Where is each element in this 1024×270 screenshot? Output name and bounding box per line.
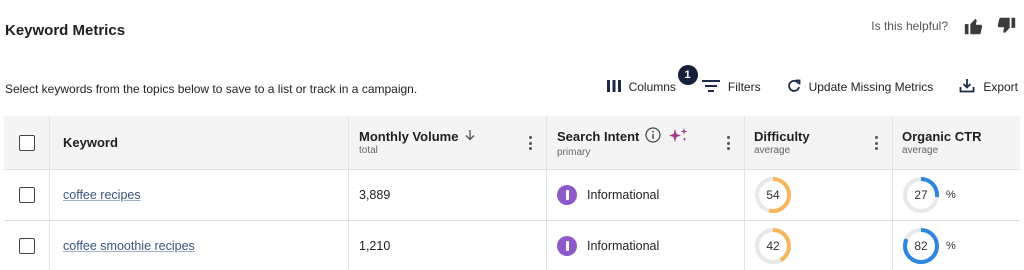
keyword-link[interactable]: coffee recipes xyxy=(63,188,141,202)
page-title: Keyword Metrics xyxy=(5,22,126,39)
filter-icon xyxy=(701,79,720,96)
keyword-link[interactable]: coffee smoothie recipes xyxy=(63,239,195,253)
search-intent-value: Informational xyxy=(587,239,660,253)
filters-label: Filters xyxy=(727,80,761,94)
difficulty-value: 54 xyxy=(766,188,780,202)
export-button[interactable]: Export xyxy=(959,78,1018,96)
header-monthly-volume[interactable]: Monthly Volume total xyxy=(349,116,547,169)
intent-column-menu-icon[interactable] xyxy=(726,136,730,150)
monthly-volume-value: 1,210 xyxy=(359,239,391,253)
keyword-metrics-table: Keyword Monthly Volume total Search Inte… xyxy=(4,116,1020,270)
header-select-cell xyxy=(4,116,50,169)
table-toolbar: Columns 1 Filters Update Missing Metrics… xyxy=(606,64,1018,96)
row-checkbox[interactable] xyxy=(18,238,35,254)
export-label: Export xyxy=(983,80,1018,94)
organic-ctr-gauge: 82 xyxy=(902,227,940,265)
organic-ctr-unit: % xyxy=(946,240,956,252)
table-row: coffee smoothie recipes 1,210 Informatio… xyxy=(4,221,1020,270)
difficulty-value: 42 xyxy=(766,239,780,253)
intent-column-sub: primary xyxy=(557,147,591,158)
organic-ctr-gauge: 27 xyxy=(902,176,940,214)
row-checkbox[interactable] xyxy=(18,187,35,203)
search-intent-value: Informational xyxy=(587,188,660,202)
header-search-intent: Search Intent primary xyxy=(547,116,745,169)
header-organic-ctr: Organic CTR average xyxy=(893,116,1020,169)
difficulty-gauge: 54 xyxy=(754,176,792,214)
helpful-feedback: Is this helpful? xyxy=(871,14,1018,38)
ctr-column-sub: average xyxy=(902,145,939,156)
update-missing-metrics-button[interactable]: Update Missing Metrics xyxy=(787,79,934,96)
update-missing-metrics-label: Update Missing Metrics xyxy=(808,80,934,94)
keyword-column-label: Keyword xyxy=(63,135,118,150)
informational-intent-icon xyxy=(557,185,577,205)
thumbs-down-icon[interactable] xyxy=(994,14,1018,38)
organic-ctr-unit: % xyxy=(946,189,956,201)
difficulty-column-label: Difficulty xyxy=(754,129,810,144)
columns-button[interactable]: Columns 1 xyxy=(606,64,698,95)
difficulty-column-sub: average xyxy=(754,145,791,156)
difficulty-gauge: 42 xyxy=(754,227,792,265)
intent-column-label: Search Intent xyxy=(557,129,640,144)
columns-count-badge: 1 xyxy=(677,64,698,85)
table-header: Keyword Monthly Volume total Search Inte… xyxy=(4,116,1020,170)
volume-column-label: Monthly Volume xyxy=(359,129,459,144)
organic-ctr-value: 82 xyxy=(914,239,928,253)
select-all-checkbox[interactable] xyxy=(18,134,35,151)
columns-label: Columns xyxy=(628,80,676,94)
volume-column-sub: total xyxy=(359,145,378,156)
table-row: coffee recipes 3,889 Informational 54 27… xyxy=(4,170,1020,221)
columns-icon xyxy=(606,79,621,95)
sparkle-ai-icon[interactable] xyxy=(667,127,689,146)
refresh-icon xyxy=(787,79,801,96)
volume-column-menu-icon[interactable] xyxy=(528,136,532,150)
helpful-label: Is this helpful? xyxy=(871,19,948,33)
informational-intent-icon xyxy=(557,236,577,256)
filters-button[interactable]: Filters xyxy=(701,79,761,96)
ctr-column-label: Organic CTR xyxy=(902,129,982,144)
monthly-volume-value: 3,889 xyxy=(359,188,391,202)
header-keyword: Keyword xyxy=(50,116,349,169)
page-subtitle: Select keywords from the topics below to… xyxy=(5,82,418,96)
thumbs-up-icon[interactable] xyxy=(962,14,986,38)
organic-ctr-value: 27 xyxy=(914,188,928,202)
header-difficulty: Difficulty average xyxy=(745,116,893,169)
difficulty-column-menu-icon[interactable] xyxy=(874,136,878,150)
sort-arrow-down-icon[interactable] xyxy=(464,129,476,144)
info-icon[interactable] xyxy=(645,127,661,146)
download-icon xyxy=(959,78,975,96)
